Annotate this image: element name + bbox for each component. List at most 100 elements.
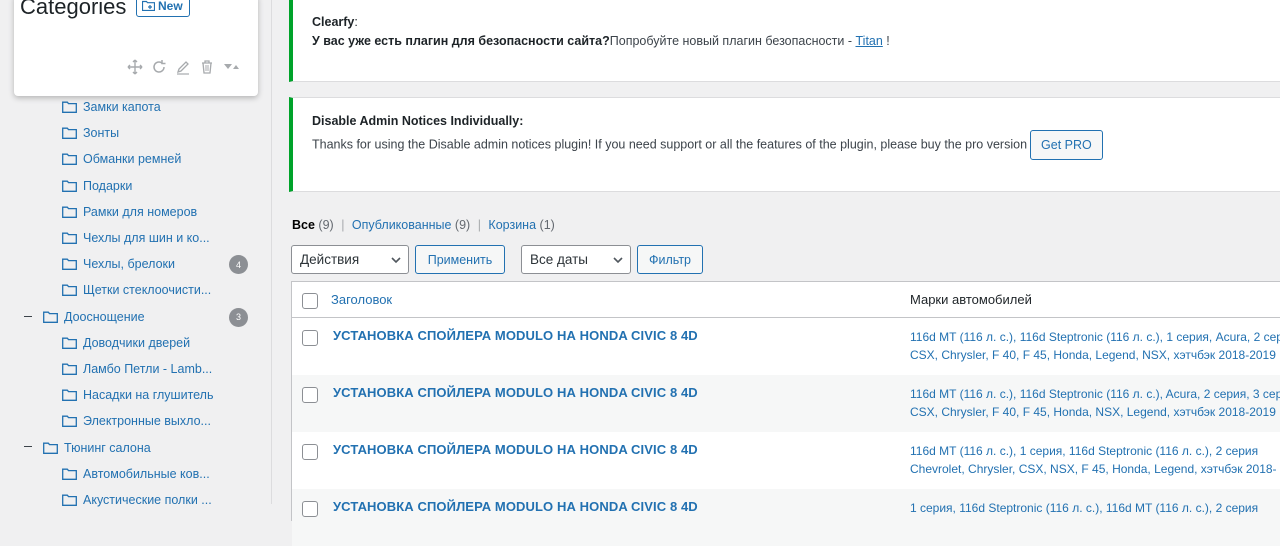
category-item[interactable]: Обманки ремней	[0, 146, 272, 172]
chevron-down-icon	[613, 257, 623, 264]
table-header: Заголовок Марки автомобилей	[292, 282, 1280, 318]
view-separator: |	[341, 218, 345, 232]
filter-button[interactable]: Фильтр	[637, 245, 703, 274]
category-item[interactable]: Электронные выхло...	[0, 408, 272, 434]
clearfy-notice-title: Clearfy	[312, 15, 355, 29]
row-checkbox[interactable]	[302, 330, 318, 346]
folder-icon	[62, 153, 77, 166]
folder-icon	[62, 206, 77, 218]
new-button-label: New	[158, 0, 183, 13]
car-brands-line[interactable]: Chevrolet, Chrysler, CSX, NSX, F 45, Hon…	[910, 460, 1280, 478]
new-folder-icon	[142, 0, 155, 11]
folder-icon	[62, 101, 77, 114]
car-brands-line[interactable]: 116d MT (116 л. с.), 116d Steptronic (11…	[910, 328, 1280, 346]
column-title-header[interactable]: Заголовок	[331, 292, 392, 307]
category-label: Обманки ремней	[83, 152, 182, 167]
clearfy-notice: Clearfy: У вас уже есть плагин для безоп…	[289, 0, 1280, 82]
new-category-button[interactable]: New	[136, 0, 190, 17]
categories-title: Categories	[20, 0, 127, 19]
apply-button[interactable]: Применить	[415, 245, 505, 274]
titan-link[interactable]: Titan	[856, 34, 883, 48]
category-item[interactable]: Щетки стеклоочисти...	[0, 277, 272, 303]
view-trash-link[interactable]: Корзина	[488, 218, 536, 232]
category-label: Щетки стеклоочисти...	[83, 283, 212, 298]
category-label: Тюнинг салона	[64, 440, 151, 455]
car-brands-cell: 116d MT (116 л. с.), 1 серия, 116d Stept…	[910, 442, 1280, 478]
table-row: УСТАНОВКА СПОЙЛЕРА MODULO НА HONDA CIVIC…	[292, 375, 1280, 432]
car-brands-cell: 116d MT (116 л. с.), 116d Steptronic (11…	[910, 385, 1280, 421]
category-item[interactable]: Доводчики дверей	[0, 330, 272, 356]
refresh-icon[interactable]	[150, 58, 168, 76]
clearfy-text: Попробуйте новый плагин безопасности -	[609, 34, 856, 48]
view-all-link[interactable]: Все	[292, 218, 315, 232]
category-label: Автомобильные ков...	[83, 466, 210, 481]
category-tree: Замки капота Зонты Обманки ремней Подарки Ра…	[0, 94, 272, 513]
car-brands-line[interactable]: CSX, Chrysler, F 40, F 45, Honda, Legend…	[910, 346, 1280, 364]
sort-icon[interactable]	[222, 58, 240, 76]
post-title-link[interactable]: УСТАНОВКА СПОЙЛЕРА MODULO НА HONDA CIVIC…	[333, 499, 698, 514]
category-count-badge: 4	[229, 255, 248, 275]
row-checkbox[interactable]	[302, 501, 318, 517]
disable-admin-notices-notice: Disable Admin Notices Individually: Than…	[289, 97, 1280, 192]
view-published-link[interactable]: Опубликованные	[352, 218, 452, 232]
date-filter-select[interactable]: Все даты	[521, 245, 631, 274]
collapse-dash-icon[interactable]	[24, 446, 32, 448]
category-item[interactable]: Автомобильные ков...	[0, 461, 272, 487]
folder-icon	[62, 337, 77, 349]
category-label: Рамки для номеров	[83, 204, 198, 219]
category-item[interactable]: Подарки	[0, 173, 272, 199]
folder-icon	[62, 258, 77, 271]
car-brands-line[interactable]: 116d MT (116 л. с.), 116d Steptronic (11…	[910, 385, 1280, 403]
folder-icon	[62, 468, 77, 480]
category-label: Электронные выхло...	[83, 414, 211, 429]
table-row: УСТАНОВКА СПОЙЛЕРА MODULO НА HONDA CIVIC…	[292, 318, 1280, 375]
car-brands-line[interactable]: 1 серия, 116d Steptronic (116 л. с.), 11…	[910, 499, 1280, 517]
category-item[interactable]: Чехлы, брелоки 4	[0, 251, 272, 277]
category-item[interactable]: Дооснощение 3	[0, 304, 272, 330]
post-title-link[interactable]: УСТАНОВКА СПОЙЛЕРА MODULO НА HONDA CIVIC…	[333, 328, 698, 343]
category-label: Чехлы для шин и ко...	[83, 231, 210, 246]
dan-notice-title: Disable Admin Notices Individually:	[312, 114, 524, 128]
row-checkbox[interactable]	[302, 444, 318, 460]
category-count-badge: 3	[229, 307, 248, 327]
column-brands-header: Марки автомобилей	[910, 292, 1032, 307]
folder-icon	[62, 232, 77, 244]
row-checkbox[interactable]	[302, 387, 318, 403]
date-filter-value: Все даты	[530, 252, 588, 267]
get-pro-button[interactable]: Get PRO	[1030, 130, 1103, 160]
category-label: Насадки на глушитель	[83, 388, 214, 403]
post-title-link[interactable]: УСТАНОВКА СПОЙЛЕРА MODULO НА HONDA CIVIC…	[333, 385, 698, 400]
category-item[interactable]: Чехлы для шин и ко...	[0, 225, 272, 251]
category-item[interactable]: Зонты	[0, 120, 272, 146]
view-all-count: (9)	[318, 218, 334, 232]
category-toolbar	[126, 58, 240, 76]
folder-icon	[62, 363, 77, 375]
table-row: УСТАНОВКА СПОЙЛЕРА MODULO НА HONDA CIVIC…	[292, 489, 1280, 546]
bulk-actions-select[interactable]: Действия	[291, 245, 409, 274]
folder-icon	[62, 494, 77, 506]
category-label: Зонты	[83, 126, 120, 141]
trash-icon[interactable]	[198, 58, 216, 76]
car-brands-line[interactable]: CSX, Chrysler, F 40, F 45, Honda, NSX, L…	[910, 403, 1280, 421]
category-item[interactable]: Замки капота	[0, 94, 272, 120]
category-item[interactable]: Насадки на глушитель	[0, 382, 272, 408]
category-item[interactable]: Ламбо Петли - Lamb...	[0, 356, 272, 382]
table-row: УСТАНОВКА СПОЙЛЕРА MODULO НА HONDA CIVIC…	[292, 432, 1280, 489]
post-title-link[interactable]: УСТАНОВКА СПОЙЛЕРА MODULO НА HONDA CIVIC…	[333, 442, 698, 457]
folder-icon	[62, 127, 77, 140]
posts-table: Заголовок Марки автомобилей УСТАНОВКА СП…	[291, 281, 1280, 546]
category-item[interactable]: Акустические полки ...	[0, 487, 272, 513]
select-all-checkbox[interactable]	[302, 293, 318, 309]
move-icon[interactable]	[126, 58, 144, 76]
collapse-dash-icon[interactable]	[24, 315, 32, 317]
category-item[interactable]: Тюнинг салона	[0, 434, 272, 460]
clearfy-tail: !	[882, 34, 890, 48]
category-label: Дооснощение	[64, 309, 145, 324]
bulk-actions-value: Действия	[300, 252, 360, 267]
category-label: Доводчики дверей	[83, 335, 191, 350]
edit-icon[interactable]	[174, 58, 192, 76]
folder-icon	[62, 284, 77, 297]
car-brands-line[interactable]: 116d MT (116 л. с.), 1 серия, 116d Stept…	[910, 442, 1280, 460]
category-item[interactable]: Рамки для номеров	[0, 199, 272, 225]
clearfy-colon: :	[354, 15, 358, 29]
